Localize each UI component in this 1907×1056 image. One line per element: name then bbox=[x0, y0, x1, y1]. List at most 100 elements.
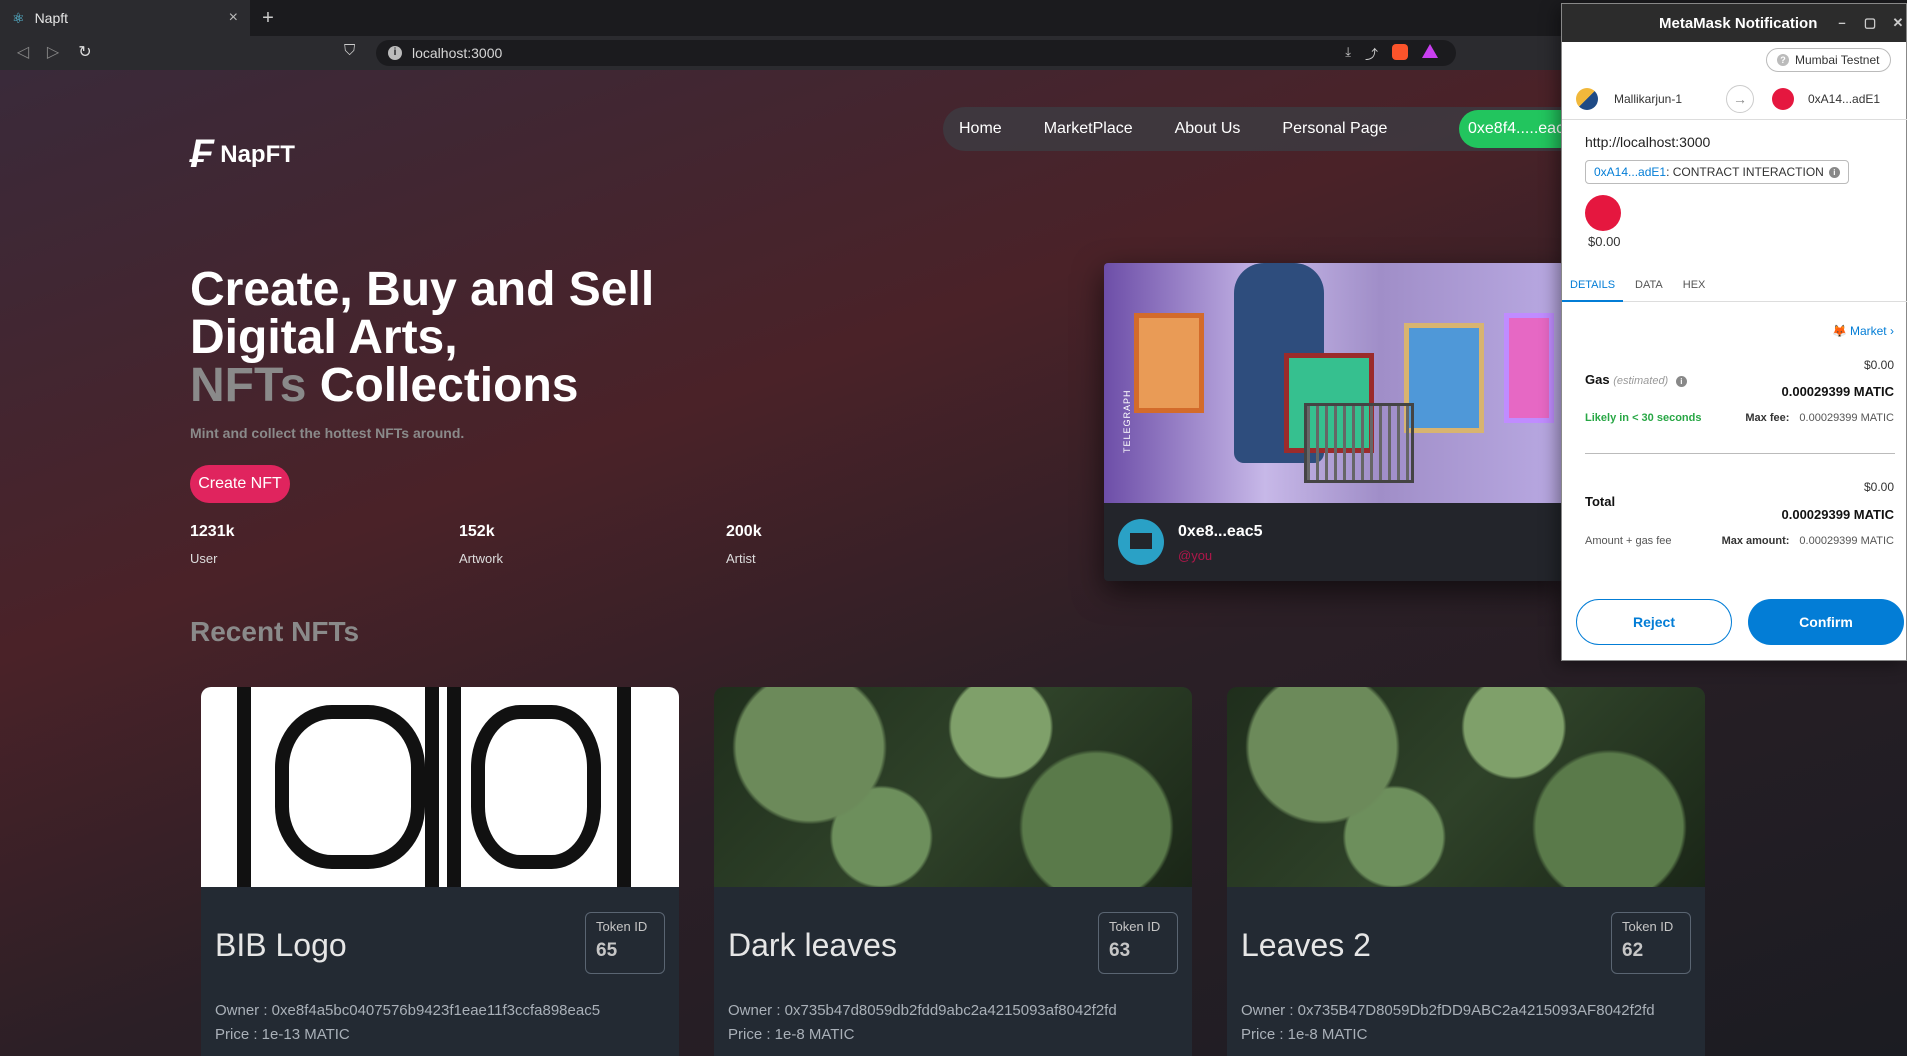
nft-title: BIB Logo bbox=[215, 927, 347, 963]
network-name: Mumbai Testnet bbox=[1795, 53, 1880, 67]
new-tab-button[interactable]: + bbox=[254, 4, 282, 32]
napft-logo-icon: ₣ bbox=[190, 132, 213, 176]
gas-fiat: $0.00 bbox=[1863, 358, 1894, 372]
total-label: Total bbox=[1585, 494, 1616, 509]
nft-price: Price : 1e-8 MATIC bbox=[728, 1026, 855, 1043]
featured-nft-card[interactable]: TELEGRAPH 0xe8...eac5 @you bbox=[1104, 263, 1564, 581]
contract-interaction-chip[interactable]: 0xA14...adE1 : CONTRACT INTERACTION i bbox=[1585, 160, 1849, 184]
token-id-box: Token ID 65 bbox=[585, 912, 665, 974]
browser-tab[interactable]: ⚛ Napft × bbox=[0, 0, 250, 36]
nft-card[interactable]: Leaves 2 Token ID 62 Owner : 0x735B47D80… bbox=[1227, 687, 1705, 1056]
stat-value: 200k bbox=[726, 523, 762, 540]
token-id-box: Token ID 62 bbox=[1611, 912, 1691, 974]
share-icon[interactable]: ⤴ bbox=[1365, 44, 1378, 63]
max-fee-value: 0.00029399 MATIC bbox=[1799, 412, 1894, 424]
max-fee-label: Max fee: bbox=[1745, 412, 1790, 424]
owner-avatar bbox=[1118, 519, 1164, 565]
nft-image bbox=[201, 687, 679, 887]
tab-title: Napft bbox=[34, 10, 69, 26]
token-id-value: 62 bbox=[1622, 940, 1644, 961]
total-fiat: $0.00 bbox=[1863, 480, 1894, 494]
nft-card[interactable]: BIB Logo Token ID 65 Owner : 0xe8f4a5bc0… bbox=[201, 687, 679, 1056]
nav-personal-page[interactable]: Personal Page bbox=[1282, 120, 1387, 138]
gas-label-text: Gas bbox=[1585, 372, 1610, 387]
arrow-right-icon: → bbox=[1726, 85, 1754, 113]
transaction-amount: $0.00 bbox=[1588, 234, 1621, 249]
nft-owner: Owner : 0x735b47d8059db2fdd9abc2a4215093… bbox=[728, 1002, 1117, 1019]
divider bbox=[1585, 453, 1895, 454]
from-account-icon bbox=[1576, 88, 1598, 110]
minimize-icon[interactable]: – bbox=[1834, 15, 1850, 31]
to-account-icon bbox=[1772, 88, 1794, 110]
stat-artist: 200k Artist bbox=[726, 523, 762, 566]
gas-label: Gas (estimated) i bbox=[1585, 372, 1687, 387]
info-icon[interactable]: i bbox=[1828, 166, 1840, 178]
stat-label: Artist bbox=[726, 551, 756, 566]
nft-owner: Owner : 0xe8f4a5bc0407576b9423f1eae11f3c… bbox=[215, 1002, 601, 1019]
metamask-titlebar: MetaMask Notification – ▢ ✕ bbox=[1562, 4, 1906, 42]
back-icon[interactable]: ◁ bbox=[12, 42, 34, 64]
stat-value: 152k bbox=[459, 523, 495, 540]
site-info-icon[interactable]: i bbox=[388, 46, 402, 60]
featured-owner-handle: @you bbox=[1178, 548, 1213, 563]
forward-icon[interactable]: ▷ bbox=[42, 42, 64, 64]
url-text: localhost:3000 bbox=[412, 45, 503, 61]
metamask-fox-icon: 🦊 bbox=[1832, 324, 1847, 338]
network-help-icon: ? bbox=[1777, 54, 1789, 66]
site-logo[interactable]: ₣ NapFT bbox=[190, 132, 295, 177]
gas-info-icon[interactable]: i bbox=[1675, 376, 1687, 387]
token-id-box: Token ID 63 bbox=[1098, 912, 1178, 974]
tab-data[interactable]: DATA bbox=[1627, 268, 1671, 302]
create-nft-button[interactable]: Create NFT bbox=[190, 465, 290, 503]
brave-shields-icon[interactable] bbox=[1392, 44, 1408, 60]
tab-details[interactable]: DETAILS bbox=[1562, 268, 1624, 302]
to-account-address[interactable]: 0xA14...adE1 bbox=[1808, 92, 1880, 106]
hero-line-3: NFTs Collections bbox=[190, 362, 710, 410]
max-amount-label: Max amount: bbox=[1721, 535, 1790, 547]
market-link-text: Market bbox=[1849, 324, 1887, 338]
maximize-icon[interactable]: ▢ bbox=[1862, 15, 1878, 31]
tab-close-icon[interactable]: × bbox=[229, 9, 238, 27]
max-amount: Max amount: 0.00029399 MATIC bbox=[1722, 535, 1894, 547]
hero-line-2: Digital Arts, bbox=[190, 311, 458, 364]
token-id-value: 65 bbox=[596, 940, 618, 961]
featured-nft-image: TELEGRAPH bbox=[1104, 263, 1564, 503]
nft-price: Price : 1e-8 MATIC bbox=[1241, 1026, 1368, 1043]
tab-hex[interactable]: HEX bbox=[1675, 268, 1714, 302]
metamask-window: MetaMask Notification – ▢ ✕ ? Mumbai Tes… bbox=[1561, 3, 1907, 661]
stat-label: Artwork bbox=[459, 551, 504, 566]
token-id-label: Token ID bbox=[1109, 919, 1161, 934]
recent-nfts-heading: Recent NFTs bbox=[190, 616, 360, 647]
gas-value: 0.00029399 MATIC bbox=[1781, 384, 1895, 399]
reload-icon[interactable]: ↻ bbox=[74, 42, 96, 64]
account-transfer-row: Mallikarjun-1 → 0xA14...adE1 bbox=[1562, 78, 1907, 120]
install-icon[interactable]: ⤓ bbox=[1345, 44, 1351, 63]
nav-about-us[interactable]: About Us bbox=[1175, 120, 1241, 138]
gas-estimated: (estimated) bbox=[1613, 375, 1669, 387]
hero-line-1: Create, Buy and Sell bbox=[190, 263, 655, 316]
metamask-window-title: MetaMask Notification bbox=[1659, 15, 1818, 32]
nft-card[interactable]: Dark leaves Token ID 63 Owner : 0x735b47… bbox=[714, 687, 1192, 1056]
details-tabs: DETAILS DATA HEX bbox=[1562, 268, 1907, 302]
nft-price: Price : 1e-13 MATIC bbox=[215, 1026, 350, 1043]
network-badge[interactable]: ? Mumbai Testnet bbox=[1766, 48, 1891, 72]
stat-users: 1231k User bbox=[190, 523, 235, 566]
market-gas-link[interactable]: 🦊 Market › bbox=[1832, 324, 1894, 338]
confirm-button[interactable]: Confirm bbox=[1748, 599, 1904, 645]
max-amount-value: 0.00029399 MATIC bbox=[1799, 535, 1894, 547]
address-bar[interactable]: i localhost:3000 ⤓ ⤴ bbox=[376, 40, 1456, 66]
contract-address[interactable]: 0xA14...adE1 bbox=[1594, 165, 1666, 179]
reject-button[interactable]: Reject bbox=[1576, 599, 1732, 645]
nft-image bbox=[1227, 687, 1705, 887]
window-close-icon[interactable]: ✕ bbox=[1890, 15, 1906, 31]
nav-home[interactable]: Home bbox=[959, 120, 1002, 138]
token-id-value: 63 bbox=[1109, 940, 1131, 961]
brave-rewards-icon[interactable] bbox=[1422, 44, 1438, 58]
from-account-name[interactable]: Mallikarjun-1 bbox=[1614, 92, 1682, 106]
hero-line-3-rest: Collections bbox=[306, 359, 579, 412]
bookmark-icon[interactable]: ⛉ bbox=[344, 42, 355, 59]
amount-gas-fee-label: Amount + gas fee bbox=[1585, 535, 1672, 547]
nav-marketplace[interactable]: MarketPlace bbox=[1044, 120, 1133, 138]
total-value: 0.00029399 MATIC bbox=[1781, 507, 1895, 522]
brand-name: NapFT bbox=[220, 140, 295, 168]
